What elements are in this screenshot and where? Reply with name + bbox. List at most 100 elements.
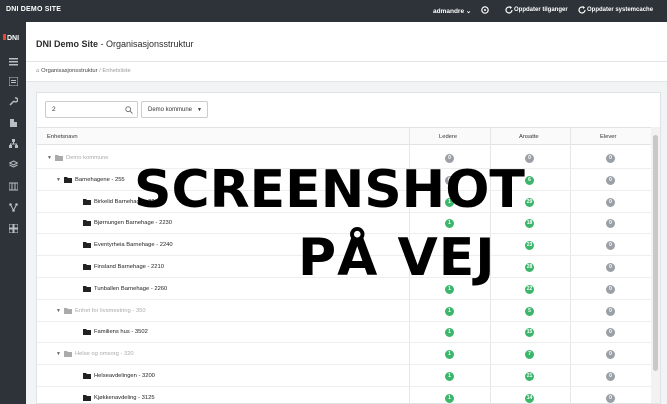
- students-count-badge: 0: [606, 175, 615, 185]
- students-count-badge: 0: [606, 219, 615, 229]
- sidebar: DNI: [0, 22, 26, 404]
- folder-icon: [83, 242, 91, 249]
- students-count-badge: 0: [606, 350, 615, 360]
- dashboard-icon[interactable]: [9, 57, 18, 66]
- leaders-count-badge: 1: [445, 393, 454, 403]
- leaders-count-badge: 1: [445, 372, 454, 381]
- folder-icon: [83, 373, 91, 379]
- folder-icon: [55, 155, 63, 161]
- students-count-badge: 0: [606, 306, 615, 316]
- expand-caret-icon[interactable]: ▼: [56, 351, 61, 357]
- unit-name[interactable]: Barnehagene - 255: [75, 177, 125, 183]
- scrollbar-thumb[interactable]: [653, 135, 658, 371]
- refresh-icon: [578, 6, 586, 14]
- employees-count-badge: 18: [525, 219, 534, 229]
- unit-name[interactable]: Kjøkkenavdeling - 3125: [94, 395, 155, 401]
- table-row[interactable]: ▼ Enhet for livsmestring - 350 1 5 0: [37, 300, 652, 322]
- breadcrumb-separator: /: [99, 68, 101, 74]
- folder-icon: [64, 307, 72, 314]
- municipality-select[interactable]: Demo kommune ▼: [141, 101, 208, 118]
- folder-icon: [64, 176, 72, 183]
- unit-name[interactable]: Enhet for livsmestring - 350: [75, 308, 146, 314]
- employees-count-badge: 0: [525, 154, 534, 163]
- building-icon[interactable]: [9, 118, 18, 127]
- select-value: Demo kommune: [148, 107, 193, 113]
- unit-name[interactable]: Eventyrheia Barnehage - 2240: [94, 242, 173, 248]
- search-input[interactable]: 2: [45, 101, 138, 118]
- employees-count-badge: 23: [525, 241, 534, 251]
- list-icon[interactable]: [9, 77, 18, 86]
- breadcrumb-item-structure[interactable]: Organisasjonsstruktur: [41, 68, 97, 74]
- unit-name[interactable]: Helseavdelingen - 3200: [94, 373, 155, 379]
- page-title: DNI Demo Site - Organisasjonsstruktur: [36, 39, 194, 49]
- user-menu[interactable]: admandre ⌄: [433, 7, 471, 15]
- folder-icon: [83, 285, 91, 292]
- folder-icon: [83, 329, 91, 336]
- folder-icon: [83, 198, 91, 205]
- chevron-down-icon: ▼: [197, 107, 202, 113]
- folder-icon: [83, 220, 91, 227]
- students-count-badge: 0: [606, 372, 615, 381]
- search-value: 2: [52, 106, 56, 113]
- leaders-count-badge: 1: [445, 328, 454, 338]
- home-icon[interactable]: ⌂: [36, 68, 40, 74]
- employees-count-badge: 28: [525, 263, 534, 272]
- students-count-badge: 0: [606, 154, 615, 163]
- search-icon: [125, 106, 133, 114]
- org-chart-icon[interactable]: [9, 139, 18, 148]
- column-header-name[interactable]: Enhetsnavn: [47, 134, 78, 140]
- wrench-icon[interactable]: [9, 97, 18, 106]
- layers-icon[interactable]: [9, 160, 18, 169]
- breadcrumb-item-current: Enhetsliste: [102, 68, 131, 74]
- unit-name[interactable]: Finsland Barnehage - 2210: [94, 264, 164, 270]
- students-count-badge: 0: [606, 197, 615, 207]
- table-icon[interactable]: [9, 182, 18, 191]
- network-icon[interactable]: [9, 203, 18, 212]
- table-row[interactable]: Kjøkkenavdeling - 3125 1 14 0: [37, 387, 652, 404]
- grid-icon[interactable]: [9, 224, 18, 233]
- update-access-link[interactable]: Oppdater tilganger: [514, 7, 568, 13]
- table-row[interactable]: ▼ Helse og omsorg - 320 1 7 0: [37, 343, 652, 366]
- students-count-badge: 0: [606, 241, 615, 251]
- employees-count-badge: 22: [525, 284, 534, 294]
- folder-icon: [83, 264, 91, 270]
- table-row[interactable]: Familiens hus - 3502 1 15 0: [37, 321, 652, 344]
- expand-caret-icon[interactable]: ▼: [47, 155, 52, 161]
- students-count-badge: 0: [606, 393, 615, 403]
- settings-icon[interactable]: [480, 5, 490, 15]
- update-cache-link[interactable]: Oppdater systemcache: [587, 7, 653, 13]
- students-count-badge: 0: [606, 263, 615, 272]
- overlay-subtitle: PÅ VEJ: [298, 228, 496, 288]
- employees-count-badge: 29: [525, 197, 534, 207]
- column-header-leaders[interactable]: Ledere: [439, 134, 457, 140]
- page-header: DNI Demo Site - Organisasjonsstruktur: [26, 22, 667, 62]
- site-name[interactable]: DNI DEMO SITE: [6, 6, 61, 13]
- unit-name[interactable]: Tunballen Barnehage - 2260: [94, 286, 167, 292]
- employees-count-badge: 6: [525, 175, 534, 185]
- employees-count-badge: 15: [525, 328, 534, 338]
- svg-text:DNI: DNI: [7, 35, 19, 42]
- unit-name[interactable]: Helse og omsorg - 320: [75, 351, 134, 357]
- table-row[interactable]: Helseavdelingen - 3200 1 21 0: [37, 365, 652, 387]
- expand-caret-icon[interactable]: ▼: [56, 177, 61, 183]
- leaders-count-badge: 1: [445, 350, 454, 360]
- folder-icon: [64, 351, 72, 358]
- breadcrumb: ⌂ Organisasjonsstruktur / Enhetsliste: [26, 62, 667, 82]
- employees-count-badge: 5: [525, 306, 534, 316]
- folder-icon: [83, 394, 91, 401]
- unit-name[interactable]: Bjørnungen Barnehage - 2230: [94, 220, 172, 226]
- dni-logo[interactable]: DNI: [3, 32, 23, 42]
- unit-name[interactable]: Demo kommune: [66, 155, 109, 161]
- overlay-title: SCREENSHOT: [134, 160, 525, 220]
- employees-count-badge: 21: [525, 372, 534, 381]
- expand-caret-icon[interactable]: ▼: [56, 308, 61, 314]
- scrollbar[interactable]: [651, 127, 660, 403]
- leaders-count-badge: 1: [445, 306, 454, 316]
- top-bar: DNI DEMO SITE admandre ⌄ Oppdater tilgan…: [0, 0, 667, 22]
- column-header-students[interactable]: Elever: [600, 134, 616, 140]
- unit-name[interactable]: Familiens hus - 3502: [94, 329, 148, 335]
- students-count-badge: 0: [606, 328, 615, 338]
- column-header-employees[interactable]: Ansatte: [519, 134, 539, 140]
- employees-count-badge: 7: [525, 350, 534, 360]
- refresh-icon: [505, 6, 513, 14]
